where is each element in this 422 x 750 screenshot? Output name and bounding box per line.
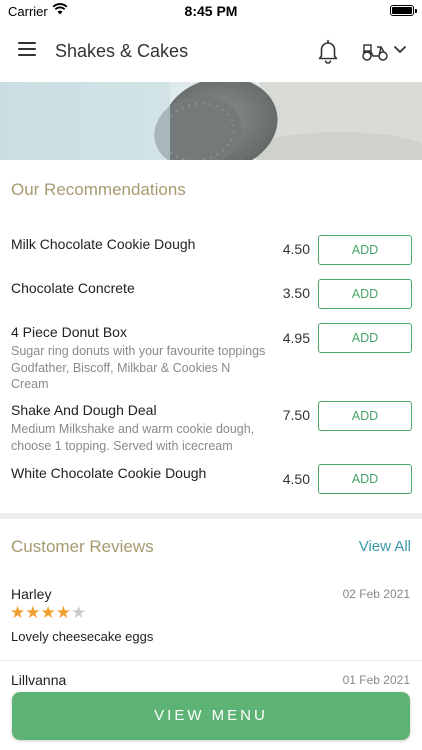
star-icon: ★: [10, 603, 26, 622]
cookie-photo-illustration: [0, 82, 422, 160]
menu-item-price: 3.50: [282, 285, 310, 301]
reviewer-name: Lillvanna: [11, 672, 67, 688]
review-date: 01 Feb 2021: [342, 673, 410, 687]
add-button[interactable]: ADD: [318, 464, 412, 494]
menu-item-price: 4.95: [282, 330, 310, 346]
menu-item-name: Milk Chocolate Cookie Dough: [11, 236, 196, 252]
page-title: Shakes & Cakes: [55, 41, 189, 61]
star-icon: ★: [40, 603, 56, 622]
menu-item-name: Chocolate Concrete: [11, 280, 135, 296]
menu-item-description: Sugar ring donuts with your favourite to…: [11, 344, 266, 391]
review-date: 02 Feb 2021: [342, 587, 410, 601]
add-button[interactable]: ADD: [318, 323, 412, 353]
battery-icon: [390, 5, 417, 16]
hamburger-menu-icon[interactable]: [18, 42, 38, 58]
nav-bar: Shakes & Cakes: [0, 22, 422, 80]
view-all-reviews-link[interactable]: View All: [359, 538, 411, 555]
review-divider: [0, 660, 422, 661]
menu-item-name: 4 Piece Donut Box: [11, 324, 127, 340]
star-icon: ★: [55, 603, 71, 622]
menu-item-description: Medium Milkshake and warm cookie dough, …: [11, 422, 255, 453]
view-menu-button[interactable]: VIEW MENU: [12, 692, 410, 740]
delivery-scooter-icon[interactable]: [360, 38, 410, 64]
star-rating: ★★★★★: [10, 603, 86, 623]
section-divider: [0, 513, 422, 519]
recommendations-heading: Our Recommendations: [11, 180, 186, 199]
bell-icon[interactable]: [316, 38, 340, 64]
menu-item-price: 4.50: [282, 471, 310, 487]
reviewer-name: Harley: [11, 586, 52, 602]
reviews-heading: Customer Reviews: [11, 537, 154, 556]
menu-item-name: White Chocolate Cookie Dough: [11, 465, 207, 481]
menu-item-price: 4.50: [282, 241, 310, 257]
status-bar: Carrier 8:45 PM: [0, 0, 422, 22]
star-icon: ★: [71, 603, 87, 622]
status-time: 8:45 PM: [184, 3, 238, 19]
add-button[interactable]: ADD: [318, 235, 412, 265]
star-icon: ★: [25, 603, 41, 622]
menu-item-price: 7.50: [282, 407, 310, 423]
review-text: Lovely cheesecake eggs: [11, 629, 154, 644]
hero-banner-image: [0, 82, 422, 160]
menu-item-name: Shake And Dough Deal: [11, 402, 157, 418]
add-button[interactable]: ADD: [318, 401, 412, 431]
add-button[interactable]: ADD: [318, 279, 412, 309]
